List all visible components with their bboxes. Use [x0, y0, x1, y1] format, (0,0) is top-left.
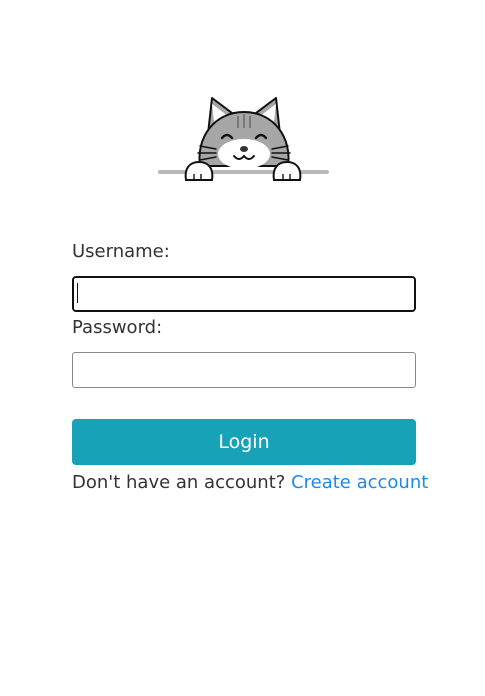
- cat-logo-icon: [156, 94, 331, 186]
- signup-prompt-line: Don't have an account? Create account: [72, 471, 428, 495]
- create-account-link[interactable]: Create account: [291, 472, 428, 493]
- login-button[interactable]: Login: [72, 419, 416, 465]
- signup-prompt-text: Don't have an account?: [72, 472, 286, 493]
- username-input[interactable]: [72, 276, 416, 312]
- username-field-wrapper: [72, 276, 416, 312]
- login-form: Username: Password: Login Don't have an …: [72, 240, 428, 495]
- password-input[interactable]: [72, 352, 416, 388]
- text-caret: [77, 283, 78, 303]
- username-label: Username:: [72, 241, 170, 262]
- password-label: Password:: [72, 317, 163, 338]
